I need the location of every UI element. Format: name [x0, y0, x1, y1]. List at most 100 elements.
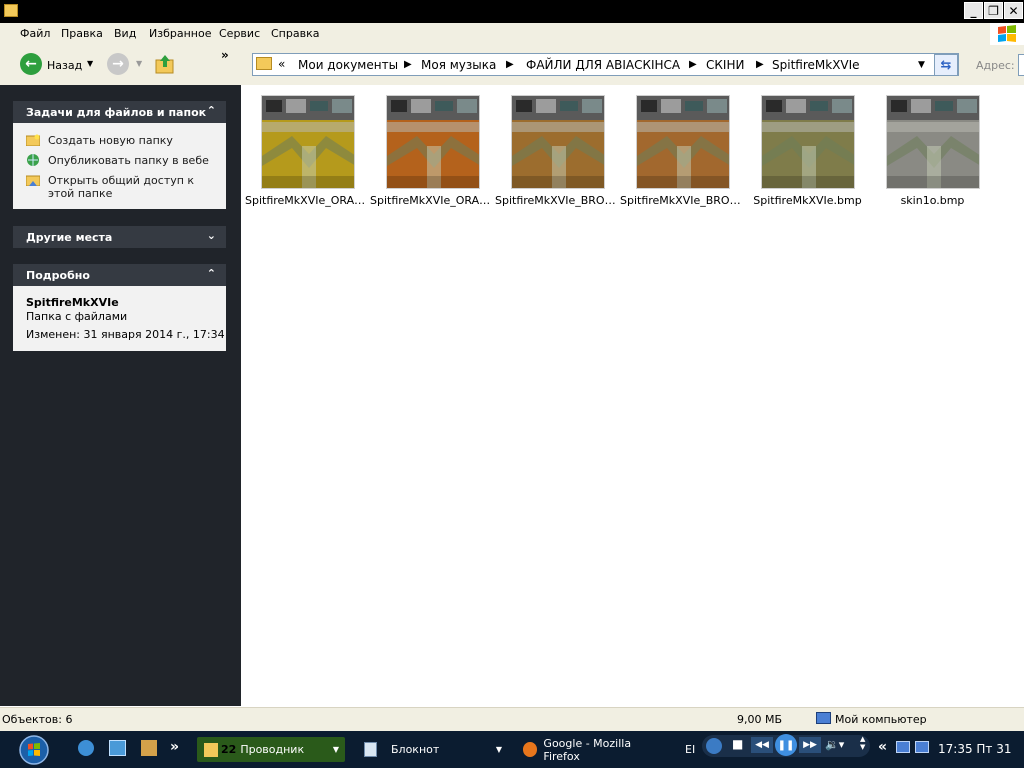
- file-view[interactable]: SpitfireMkXVIe_ORAN... SpitfireMkXVIe_ORA…: [241, 85, 1024, 706]
- network-icon[interactable]: [915, 741, 929, 753]
- group-dropdown-icon[interactable]: ▼: [333, 745, 339, 754]
- new-folder-icon: [25, 134, 41, 147]
- crumb-separator-icon: ▶: [506, 59, 514, 70]
- address-dropdown-icon[interactable]: ▼: [918, 60, 925, 70]
- maximize-button[interactable]: ❐: [984, 2, 1003, 19]
- details-panel-title: Подробно: [26, 269, 90, 282]
- file-thumbnail[interactable]: [886, 95, 980, 189]
- file-name: SpitfireMkXVIe_BROW...: [620, 194, 745, 207]
- previous-icon[interactable]: ◀◀: [751, 737, 773, 753]
- quicklaunch-more-icon[interactable]: »: [170, 739, 179, 755]
- menu-help[interactable]: Справка: [271, 27, 319, 40]
- details-panel-body: SpitfireMkXVIe Папка с файлами Изменен: …: [13, 286, 226, 351]
- file-item[interactable]: skin1o.bmp: [870, 93, 995, 213]
- status-object-count: Объектов: 6: [2, 713, 73, 726]
- folder-icon: [4, 4, 18, 17]
- address-label: Адрес:: [976, 59, 1015, 72]
- places-panel-header[interactable]: Другие места ⌄: [13, 226, 226, 248]
- volume-icon[interactable]: 🔉▾: [825, 738, 844, 751]
- clock[interactable]: 17:35 Пт 31: [938, 742, 1012, 756]
- details-panel-header[interactable]: Подробно ⌃: [13, 264, 226, 286]
- forward-arrow-icon[interactable]: →: [107, 53, 129, 75]
- file-name: SpitfireMkXVIe_BROW...: [495, 194, 620, 207]
- details-modified: Изменен: 31 января 2014 г., 17:34: [26, 328, 225, 341]
- explorer-window-count: 22: [221, 743, 237, 756]
- app-quicklaunch-icon[interactable]: [109, 740, 126, 756]
- tasks-panel-body: Создать новую папку Опубликовать папку в…: [13, 123, 226, 209]
- network-icon[interactable]: [896, 741, 910, 753]
- back-button-label[interactable]: Назад: [47, 59, 82, 72]
- globe-icon: [26, 154, 40, 166]
- menu-favorites[interactable]: Избранное: [149, 27, 211, 40]
- window-title: C:\Documents and Settings\VASYA\Мои доку…: [22, 4, 766, 18]
- windows-logo-icon: [990, 23, 1024, 45]
- status-size: 9,00 МБ: [737, 713, 783, 726]
- tray-expand-icon[interactable]: «: [878, 739, 887, 755]
- file-name: SpitfireMkXVIe_ORAN...: [245, 194, 370, 207]
- taskbar-firefox[interactable]: Google - Mozilla Firefox: [518, 736, 666, 763]
- file-item[interactable]: SpitfireMkXVIe_BROW...: [620, 93, 745, 213]
- menu-view[interactable]: Вид: [114, 27, 136, 40]
- tasks-panel-header[interactable]: Задачи для файлов и папок ⌃: [13, 101, 226, 123]
- file-thumbnail[interactable]: [261, 95, 355, 189]
- details-type: Папка с файлами: [26, 310, 128, 323]
- file-item[interactable]: SpitfireMkXVIe.bmp: [745, 93, 870, 213]
- stop-icon[interactable]: ■: [732, 737, 743, 751]
- taskbar-notepad-label: Блокнот: [391, 743, 440, 756]
- taskbar-firefox-label: Google - Mozilla Firefox: [543, 736, 632, 763]
- taskbar-notepad[interactable]: Блокнот ▼: [358, 737, 508, 762]
- file-name: SpitfireMkXVIe.bmp: [753, 194, 862, 207]
- menu-file[interactable]: Файл: [20, 27, 50, 40]
- collapse-chevron-icon[interactable]: ⌃: [207, 104, 216, 117]
- crumb-skin-files[interactable]: ФАЙЛИ ДЛЯ АВІАСКІНСА: [526, 58, 680, 72]
- file-thumbnail[interactable]: [386, 95, 480, 189]
- file-item[interactable]: SpitfireMkXVIe_ORAN...: [370, 93, 495, 213]
- firefox-icon: [523, 742, 538, 757]
- crumb-my-documents[interactable]: Мои документы: [298, 58, 398, 72]
- tasks-panel-title: Задачи для файлов и папок: [26, 106, 207, 119]
- menu-tools[interactable]: Сервис: [219, 27, 260, 40]
- file-item[interactable]: SpitfireMkXVIe_BROW...: [495, 93, 620, 213]
- taskbar-explorer[interactable]: 22 Проводник ▼: [197, 737, 345, 762]
- back-arrow-icon[interactable]: ←: [20, 53, 42, 75]
- file-item[interactable]: SpitfireMkXVIe_ORAN...: [245, 93, 370, 213]
- language-indicator[interactable]: EI: [685, 737, 699, 762]
- menu-edit[interactable]: Правка: [61, 27, 103, 40]
- taskbar-explorer-label: Проводник: [240, 743, 305, 756]
- folder-quicklaunch-icon[interactable]: [141, 740, 157, 756]
- file-thumbnail[interactable]: [511, 95, 605, 189]
- expand-chevron-icon[interactable]: ⌄: [207, 229, 216, 242]
- toolbar-more-icon[interactable]: »: [221, 48, 229, 62]
- file-thumbnail[interactable]: [761, 95, 855, 189]
- start-button[interactable]: [8, 733, 52, 767]
- address-input[interactable]: [1018, 54, 1024, 76]
- details-name: SpitfireMkXVIe: [26, 296, 119, 309]
- address-overflow[interactable]: «: [278, 57, 285, 71]
- crumb-separator-icon: ▶: [756, 59, 764, 70]
- file-thumbnail[interactable]: [636, 95, 730, 189]
- go-refresh-icon[interactable]: ⇆: [934, 54, 958, 76]
- folder-icon: [256, 57, 272, 70]
- media-scroll-icon[interactable]: ▲ ▼: [860, 735, 865, 751]
- next-icon[interactable]: ▶▶: [799, 737, 821, 753]
- crumb-skins[interactable]: СКІНИ: [706, 58, 744, 72]
- pause-icon[interactable]: ❚❚: [775, 734, 797, 756]
- status-location: Мой компьютер: [835, 713, 927, 726]
- crumb-current-folder[interactable]: SpitfireMkXVIe: [772, 58, 860, 72]
- crumb-separator-icon: ▶: [689, 59, 697, 70]
- my-computer-icon: [816, 712, 831, 724]
- browser-quicklaunch-icon[interactable]: [78, 740, 94, 756]
- collapse-chevron-icon[interactable]: ⌃: [207, 267, 216, 280]
- share-folder-icon: [25, 174, 41, 187]
- minimize-button[interactable]: _: [964, 2, 983, 19]
- folder-icon: [204, 742, 218, 757]
- back-dropdown-icon[interactable]: ▼: [87, 59, 93, 68]
- folder-up-icon[interactable]: [154, 53, 176, 75]
- file-name: skin1o.bmp: [900, 194, 965, 207]
- crumb-separator-icon: ▶: [404, 59, 412, 70]
- media-player-icon[interactable]: [706, 738, 722, 754]
- group-dropdown-icon[interactable]: ▼: [496, 745, 502, 754]
- close-button[interactable]: ✕: [1004, 2, 1023, 19]
- forward-dropdown-icon[interactable]: ▼: [136, 59, 142, 68]
- crumb-my-music[interactable]: Моя музыка: [421, 58, 496, 72]
